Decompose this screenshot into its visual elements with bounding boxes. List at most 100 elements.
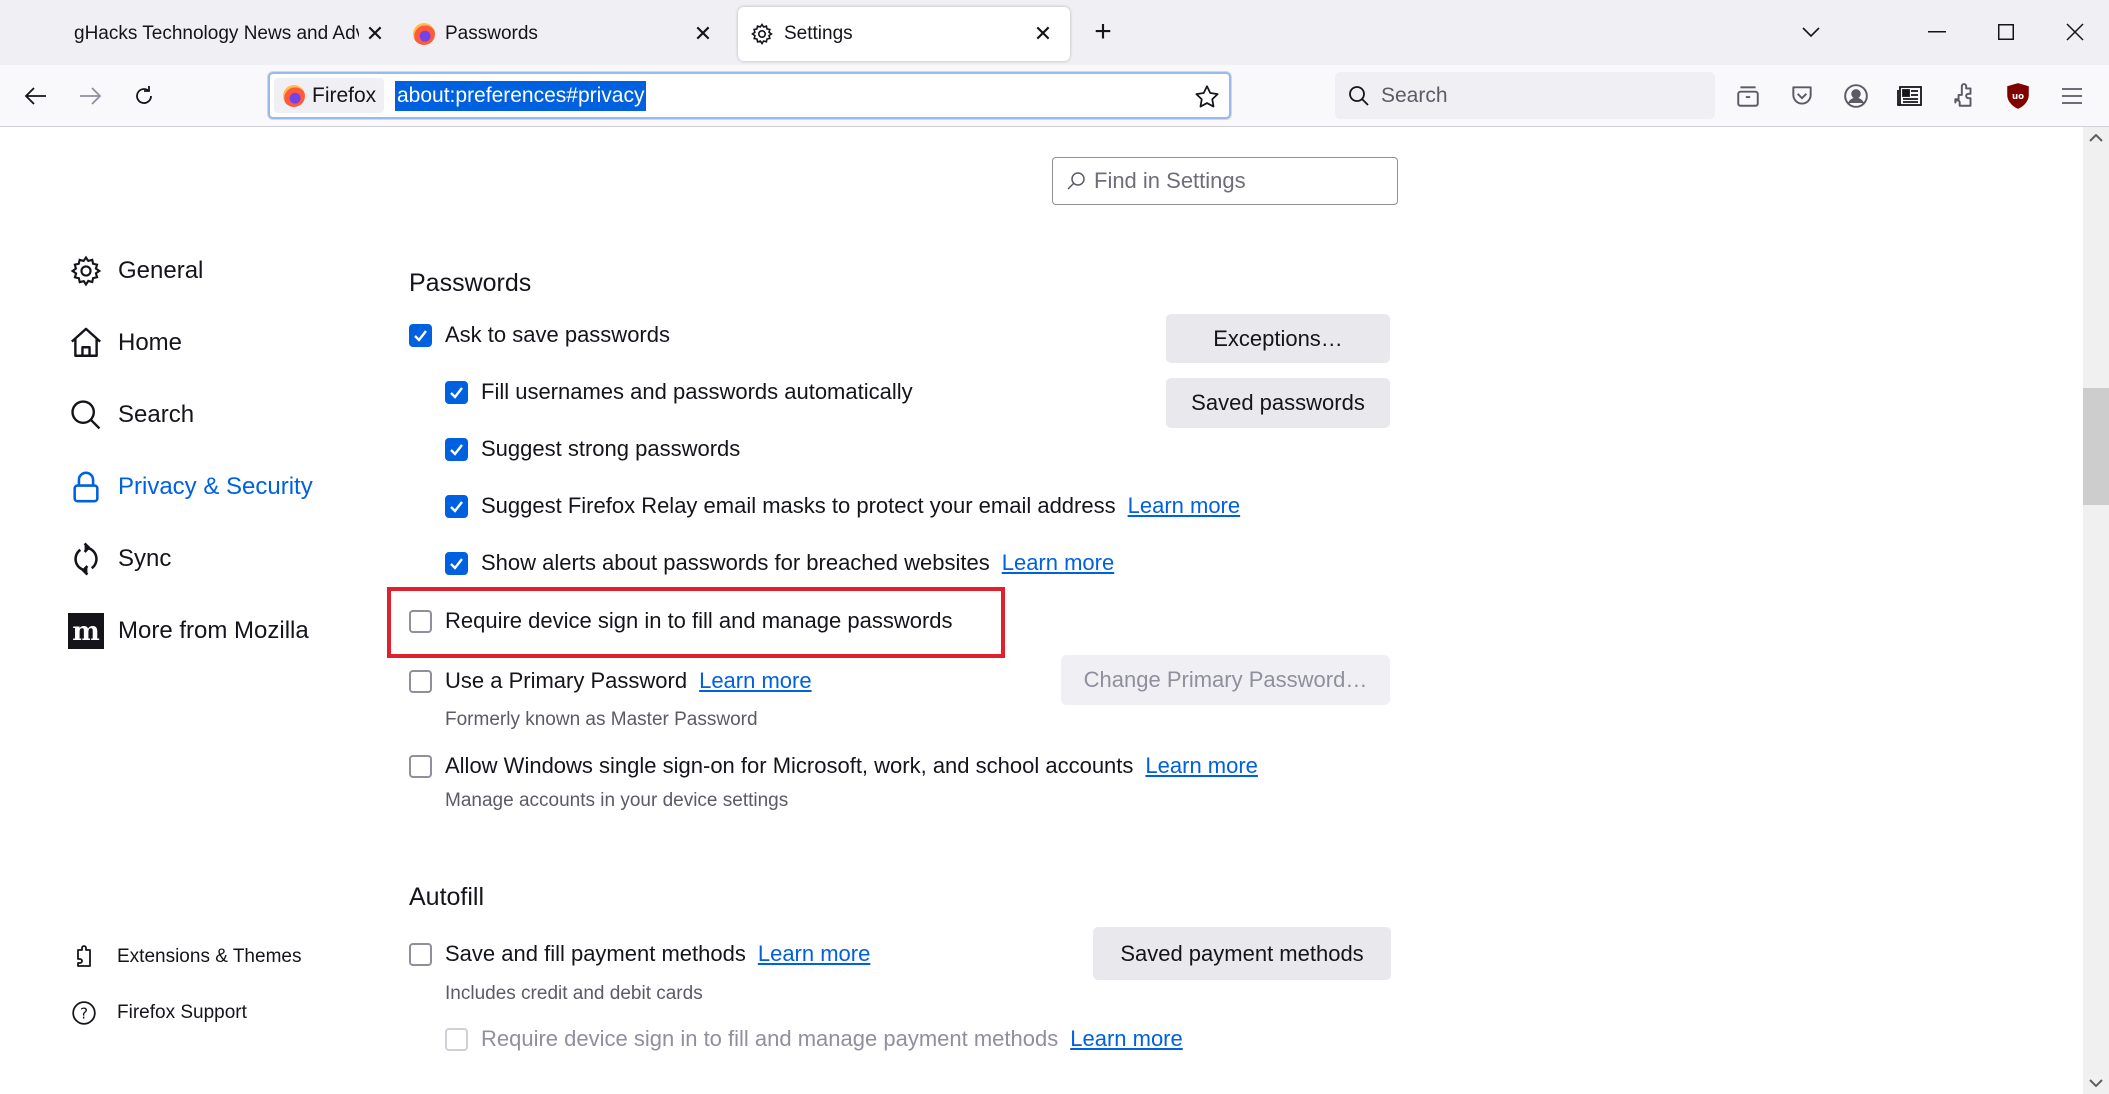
ask-to-save-passwords-option[interactable]: Ask to save passwords [409,318,670,352]
library-icon[interactable] [1731,79,1765,113]
search-icon [1066,171,1086,191]
back-button[interactable] [17,77,55,115]
sidebar-item-home[interactable]: Home [68,321,182,365]
scrollbar[interactable] [2083,127,2109,1094]
identity-box[interactable]: Firefox [274,78,384,113]
checkbox-unchecked[interactable] [409,669,432,693]
forward-button[interactable] [71,77,109,115]
sidebar-item-label: Sync [118,545,172,572]
learn-more-link[interactable]: Learn more [1128,493,1241,519]
save-fill-payment-option[interactable]: Save and fill payment methods Learn more [409,937,870,971]
scrollbar-thumb[interactable] [2083,388,2109,505]
close-tab-icon[interactable]: ✕ [362,21,388,47]
url-bar[interactable]: Firefox about:preferences#privacy [268,72,1231,119]
svg-text:m: m [72,617,100,647]
reload-button[interactable] [125,77,163,115]
learn-more-link[interactable]: Learn more [1070,1026,1183,1052]
sidebar-item-more-from-mozilla[interactable]: m More from Mozilla [68,609,309,653]
sidebar-item-label: Home [118,329,183,356]
scroll-down-arrow-icon[interactable] [2083,1072,2109,1094]
search-bar[interactable]: Search [1335,72,1715,119]
option-label: Show alerts about passwords for breached… [481,550,990,575]
primary-password-description: Formerly known as Master Password [445,709,758,730]
checkbox-checked[interactable] [445,437,468,461]
require-device-sign-in-option[interactable]: Require device sign in to fill and manag… [409,604,953,638]
bookmark-star-icon[interactable] [1193,83,1221,111]
sidebar-item-label: Privacy & Security [118,473,313,500]
settings-page: Find in Settings General Home Search Pri… [0,127,2083,1094]
tab-ghacks[interactable]: gHacks Technology News and Advic ✕ [60,7,390,61]
change-primary-password-button[interactable]: Change Primary Password… [1061,655,1390,705]
sidebar-item-label: More from Mozilla [118,617,309,644]
find-placeholder: Find in Settings [1094,168,1246,193]
sidebar-item-search[interactable]: Search [68,393,194,437]
puzzle-icon [70,943,98,971]
require-device-sign-in-payment-option[interactable]: Require device sign in to fill and manag… [445,1022,1183,1056]
minimize-icon[interactable] [1917,14,1957,50]
tab-passwords[interactable]: Passwords ✕ [400,7,730,61]
checkbox-checked[interactable] [445,551,468,575]
option-label: Require device sign in to fill and manag… [481,1026,1059,1051]
menu-hamburger-icon[interactable] [2055,79,2089,113]
find-in-settings-input[interactable]: Find in Settings [1052,157,1398,205]
sidebar-item-label: Search [118,401,195,428]
ublock-origin-icon[interactable]: uo [2001,79,2035,113]
checkbox-checked[interactable] [409,323,432,347]
identity-label: Firefox [312,83,377,107]
saved-payment-methods-button[interactable]: Saved payment methods [1093,927,1391,980]
checkbox-checked[interactable] [445,380,468,404]
windows-sso-description: Manage accounts in your device settings [445,790,789,811]
sidebar-footer-label: Extensions & Themes [117,946,302,967]
sidebar-extensions-themes-link[interactable]: Extensions & Themes [70,940,301,974]
breach-alerts-option[interactable]: Show alerts about passwords for breached… [445,546,1114,580]
firefox-logo-icon [283,84,305,107]
search-placeholder: Search [1381,83,1448,107]
fill-usernames-option[interactable]: Fill usernames and passwords automatical… [445,375,913,409]
checkbox-unchecked[interactable] [409,609,432,633]
checkbox-disabled[interactable] [445,1027,468,1051]
home-icon [68,325,104,361]
reader-view-icon[interactable] [1893,79,1927,113]
help-icon: ? [70,999,98,1027]
tab-settings[interactable]: Settings ✕ [738,7,1070,61]
close-tab-icon[interactable]: ✕ [1030,21,1056,47]
checkbox-unchecked[interactable] [409,754,432,778]
saved-passwords-button[interactable]: Saved passwords [1166,378,1390,428]
sidebar-firefox-support-link[interactable]: ? Firefox Support [70,996,247,1030]
sidebar-item-label: General [118,257,204,284]
new-tab-button[interactable]: + [1085,14,1121,50]
checkbox-unchecked[interactable] [409,942,432,966]
account-icon[interactable] [1839,79,1873,113]
url-input[interactable]: about:preferences#privacy [395,81,647,111]
payment-description: Includes credit and debit cards [445,983,703,1004]
option-label: Suggest strong passwords [481,436,741,461]
close-window-icon[interactable] [2055,14,2095,50]
svg-text:?: ? [80,1004,88,1022]
scroll-up-arrow-icon[interactable] [2083,127,2109,149]
gear-icon [750,22,774,46]
maximize-icon[interactable] [1986,14,2026,50]
sidebar-item-privacy-security[interactable]: Privacy & Security [68,465,313,509]
gear-icon [68,253,104,289]
sidebar-item-sync[interactable]: Sync [68,537,171,581]
search-icon [68,397,104,433]
primary-password-option[interactable]: Use a Primary Password Learn more [409,664,812,698]
checkbox-checked[interactable] [445,494,468,518]
sidebar-item-general[interactable]: General [68,249,203,293]
windows-sso-option[interactable]: Allow Windows single sign-on for Microso… [409,749,1258,783]
option-label: Fill usernames and passwords automatical… [481,379,913,404]
sidebar-footer-label: Firefox Support [117,1002,247,1023]
tab-bar: gHacks Technology News and Advic ✕ Passw… [0,0,2109,65]
tab-title: Passwords [445,23,538,44]
learn-more-link[interactable]: Learn more [1002,550,1115,576]
extensions-icon[interactable] [1947,79,1981,113]
close-tab-icon[interactable]: ✕ [690,21,716,47]
list-all-tabs-icon[interactable] [1791,14,1831,50]
learn-more-link[interactable]: Learn more [758,941,871,967]
suggest-relay-masks-option[interactable]: Suggest Firefox Relay email masks to pro… [445,489,1240,523]
suggest-strong-passwords-option[interactable]: Suggest strong passwords [445,432,740,466]
learn-more-link[interactable]: Learn more [699,668,812,694]
learn-more-link[interactable]: Learn more [1145,753,1258,779]
exceptions-button[interactable]: Exceptions… [1166,314,1390,363]
pocket-icon[interactable] [1785,79,1819,113]
